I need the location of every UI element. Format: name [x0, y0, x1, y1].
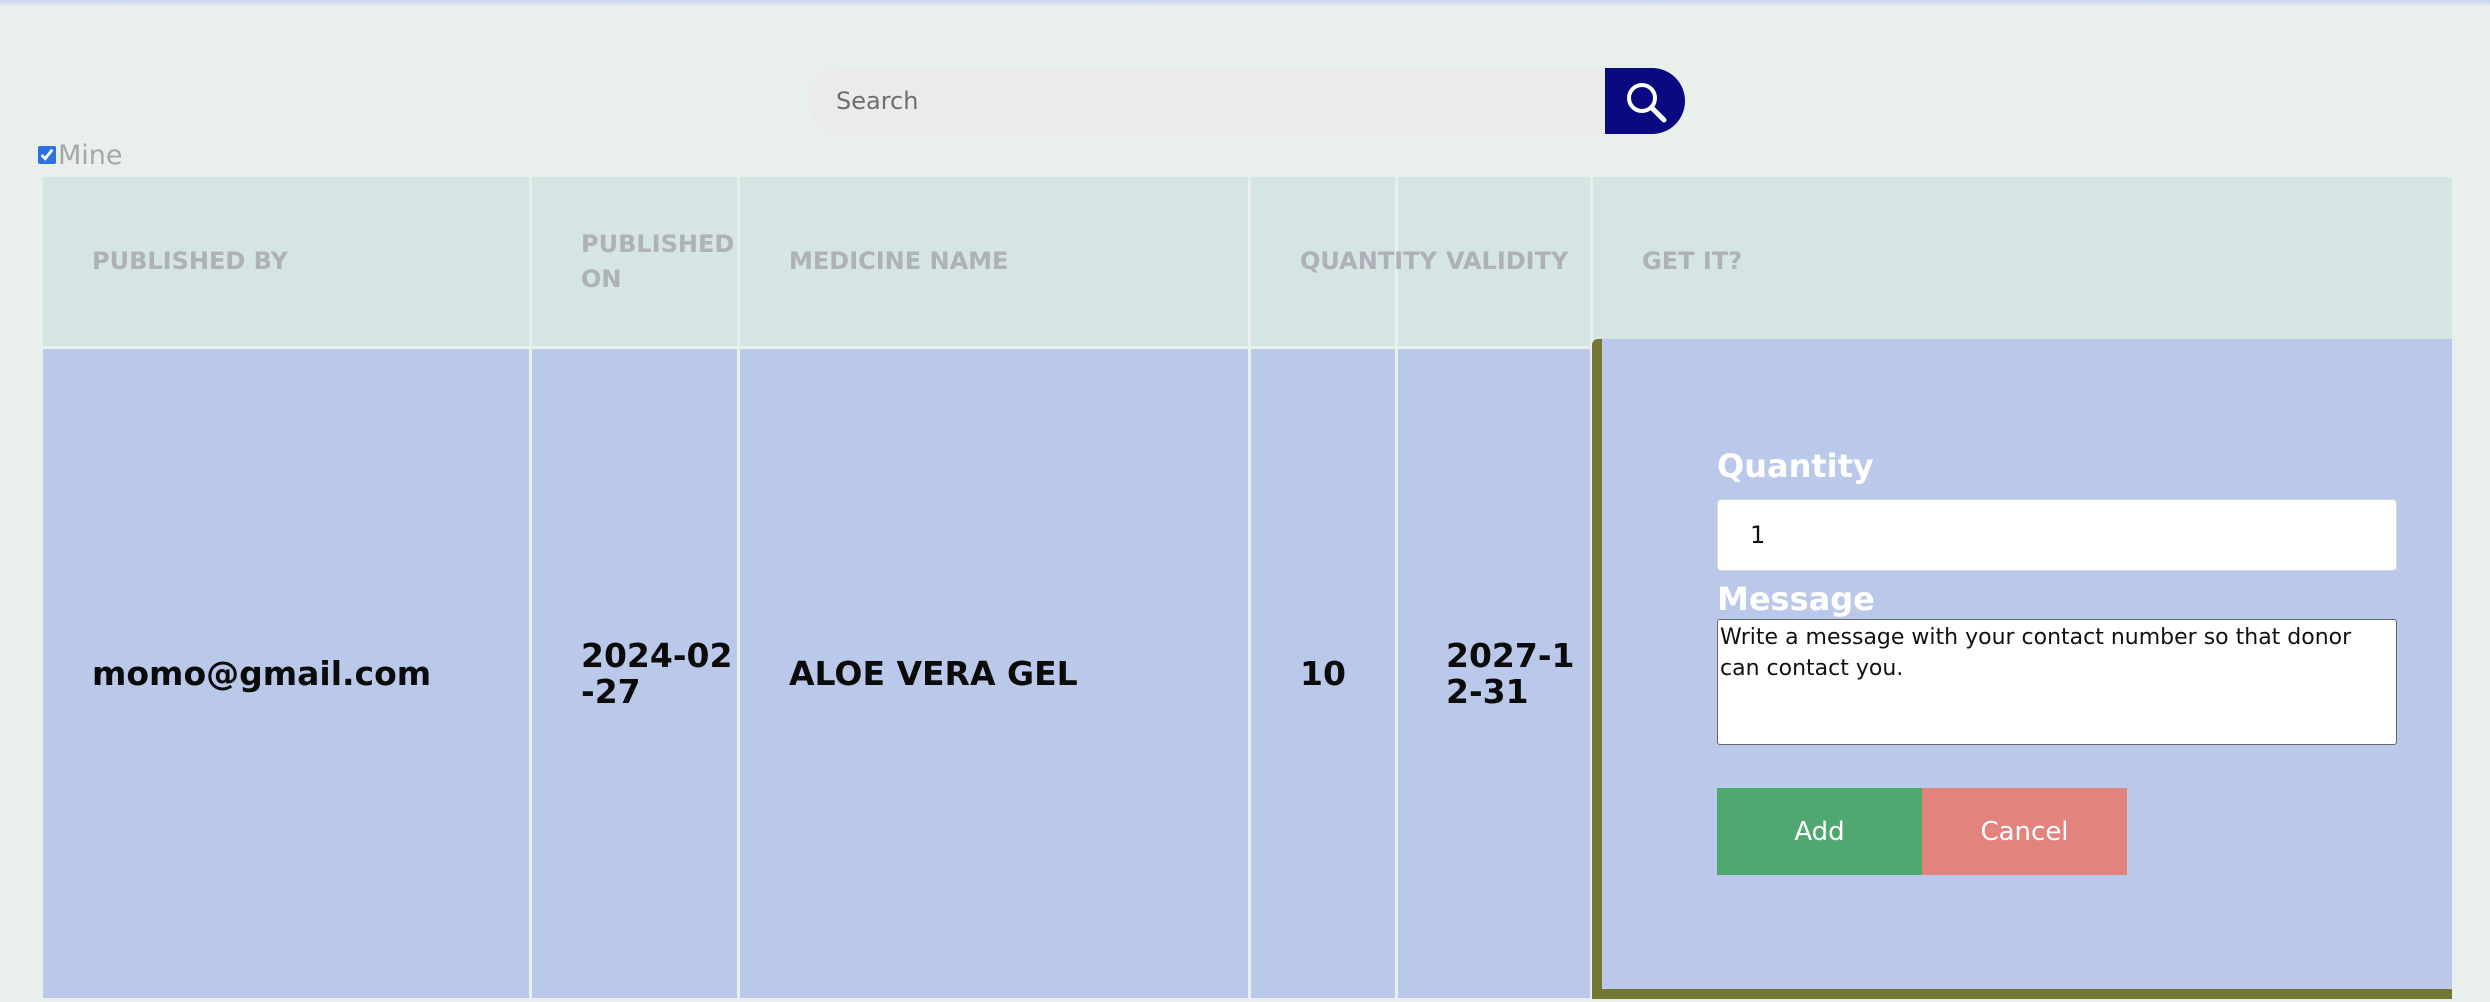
header-quantity: QUANTITY — [1248, 174, 1437, 349]
request-form-panel: Quantity Message Add Cancel — [1592, 339, 2452, 999]
quantity-label: Quantity — [1717, 447, 1874, 485]
cancel-button[interactable]: Cancel — [1922, 788, 2127, 875]
message-label: Message — [1717, 580, 1875, 618]
search-icon — [1627, 83, 1667, 123]
header-published-on: PUBLISHED ON — [529, 174, 740, 349]
message-textarea[interactable] — [1717, 619, 2397, 745]
header-get-it: GET IT? — [1590, 174, 2455, 349]
search-input[interactable] — [808, 68, 1606, 134]
cell-published-on: 2024-02-27 — [529, 346, 740, 1001]
cell-quantity: 10 — [1248, 346, 1398, 1001]
top-strip — [0, 0, 2490, 7]
header-published-by: PUBLISHED BY — [40, 174, 532, 349]
cell-published-by: momo@gmail.com — [40, 346, 532, 1001]
mine-label: Mine — [58, 139, 123, 171]
header-medicine-name: MEDICINE NAME — [737, 174, 1251, 349]
table-header-row: PUBLISHED BY PUBLISHED ON MEDICINE NAME … — [40, 174, 2455, 349]
mine-checkbox[interactable] — [38, 146, 56, 164]
add-button[interactable]: Add — [1717, 788, 1922, 875]
cell-medicine-name: ALOE VERA GEL — [737, 346, 1251, 1001]
search-button[interactable] — [1605, 68, 1685, 134]
cell-validity: 2027-12-31 — [1395, 346, 1593, 1001]
mine-filter[interactable]: Mine — [38, 139, 123, 171]
quantity-input[interactable] — [1717, 499, 2397, 571]
